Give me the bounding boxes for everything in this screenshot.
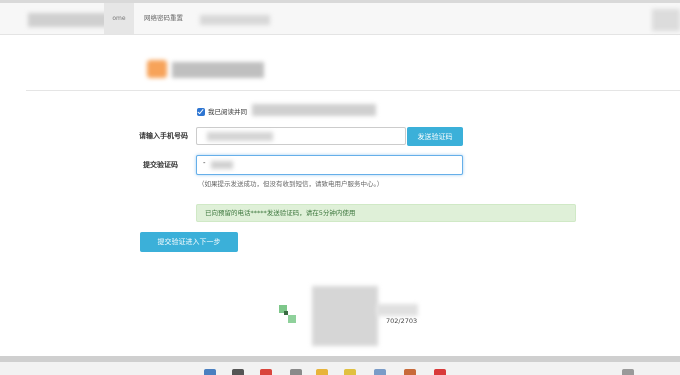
star-icon[interactable]	[344, 369, 356, 375]
code-input-text: -	[203, 159, 206, 167]
taskbar	[0, 362, 680, 375]
agree-label: 我已阅读并同	[208, 108, 247, 116]
user-avatar[interactable]	[652, 9, 680, 31]
site-logo[interactable]	[28, 13, 108, 27]
brand-title-obscured	[172, 62, 264, 78]
monitor-icon[interactable]	[204, 369, 216, 375]
top-navbar: ome 网络密码重置	[0, 3, 680, 35]
app-icon[interactable]	[434, 369, 446, 375]
note-icon[interactable]	[290, 369, 302, 375]
grid-icon[interactable]	[374, 369, 386, 375]
nav-home-link[interactable]: ome	[104, 3, 134, 34]
phone-label: 请输入手机号码	[139, 132, 188, 140]
footer-logo-icon-part	[288, 315, 296, 323]
agreement-link[interactable]	[252, 104, 376, 116]
send-code-button[interactable]: 发送验证码	[407, 127, 463, 146]
browser-icon[interactable]	[260, 369, 272, 375]
footer-counter: 702/2703	[386, 317, 418, 325]
success-alert: 已向预留的电话*****发送验证码，请在5分钟内使用	[196, 204, 576, 222]
code-value-obscured	[211, 161, 233, 169]
agree-checkbox[interactable]	[197, 108, 205, 116]
app-icon[interactable]	[622, 369, 634, 375]
header-divider	[26, 90, 680, 91]
nav-link-obscured[interactable]	[200, 15, 270, 25]
phone-input[interactable]	[196, 127, 406, 145]
folder-icon[interactable]	[316, 369, 328, 375]
app-icon[interactable]	[404, 369, 416, 375]
code-input[interactable]: -	[196, 155, 463, 175]
brand-icon	[147, 60, 167, 78]
footer-logo-icon-center	[284, 311, 288, 315]
submit-next-button[interactable]: 提交验证进入下一步	[140, 232, 238, 252]
nav-password-reset-link[interactable]: 网络密码重置	[144, 3, 183, 34]
phone-value-obscured	[207, 132, 273, 141]
mic-icon[interactable]	[232, 369, 244, 375]
footer-info-obscured	[312, 286, 378, 346]
code-label: 提交验证码	[143, 161, 178, 169]
footer-info-obscured-2	[376, 304, 418, 316]
help-text: （如果提示发送成功，但没有收到短信，请致电用户服务中心。）	[198, 180, 384, 188]
